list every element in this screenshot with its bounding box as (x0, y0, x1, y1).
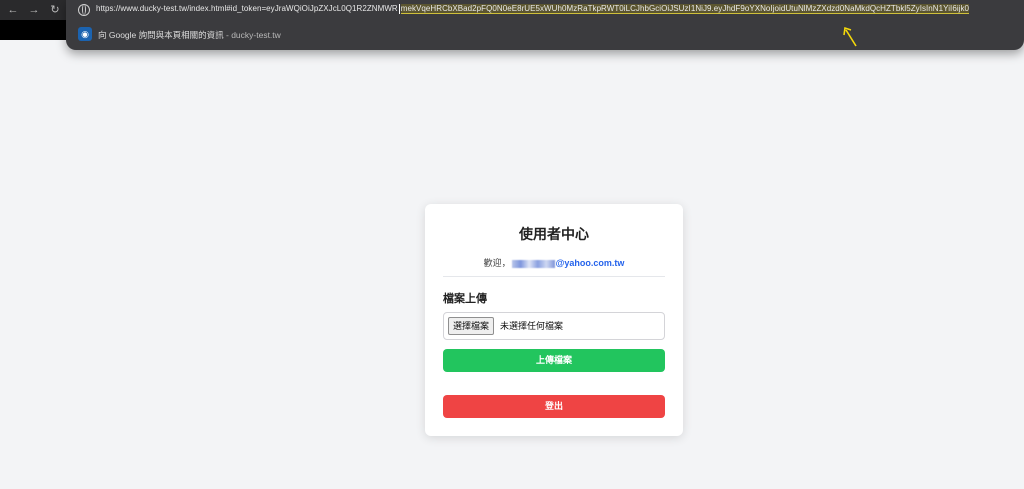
user-center-card: 使用者中心 歡迎， @yahoo.com.tw 檔案上傳 選擇檔案 未選擇任何檔案… (425, 204, 683, 436)
url-host: https://www.ducky-test.tw (96, 4, 188, 14)
page-title: 使用者中心 (519, 226, 589, 242)
url-selected-text: mekVqeHRCbXBad2pFQ0N0eE8rUE5xWUh0MzRaTkp… (400, 4, 970, 14)
divider (443, 276, 665, 277)
annotation-arrow-icon (843, 26, 857, 47)
suggestion-text: 向 Google 詢問與本頁相關的資訊 (98, 30, 224, 40)
omnibox-suggestion[interactable]: ◉ 向 Google 詢問與本頁相關的資訊 - ducky-test.tw (66, 24, 1024, 44)
omnibox[interactable]: https://www.ducky-test.tw/index.html#id_… (66, 0, 1024, 50)
reload-icon[interactable]: ↻ (48, 3, 62, 17)
redacted-email-user (511, 259, 555, 268)
welcome-line: 歡迎， @yahoo.com.tw (425, 256, 683, 269)
choose-file-button[interactable]: 選擇檔案 (448, 317, 495, 335)
user-email: @yahoo.com.tw (555, 258, 625, 268)
file-input[interactable]: 選擇檔案 未選擇任何檔案 (443, 312, 665, 340)
logout-button[interactable]: 登出 (443, 395, 665, 418)
address-bar[interactable]: https://www.ducky-test.tw/index.html#id_… (66, 0, 1024, 20)
google-lens-icon: ◉ (78, 27, 92, 41)
toolbar-strip (0, 20, 68, 40)
file-status: 未選擇任何檔案 (500, 321, 564, 331)
site-info-icon[interactable] (78, 4, 90, 16)
text-cursor (398, 4, 400, 14)
upload-button[interactable]: 上傳檔案 (443, 349, 665, 372)
suggestion-site: - ducky-test.tw (223, 30, 281, 40)
url-path: /index.html#id_token=eyJraWQiOiJpZXJcL0Q… (187, 4, 398, 14)
welcome-prefix: 歡迎， (483, 258, 511, 268)
forward-arrow-icon[interactable]: → (27, 3, 41, 17)
section-title-upload: 檔案上傳 (443, 293, 487, 305)
url-text[interactable]: https://www.ducky-test.tw/index.html#id_… (96, 4, 1021, 14)
back-arrow-icon[interactable]: ← (6, 3, 20, 17)
